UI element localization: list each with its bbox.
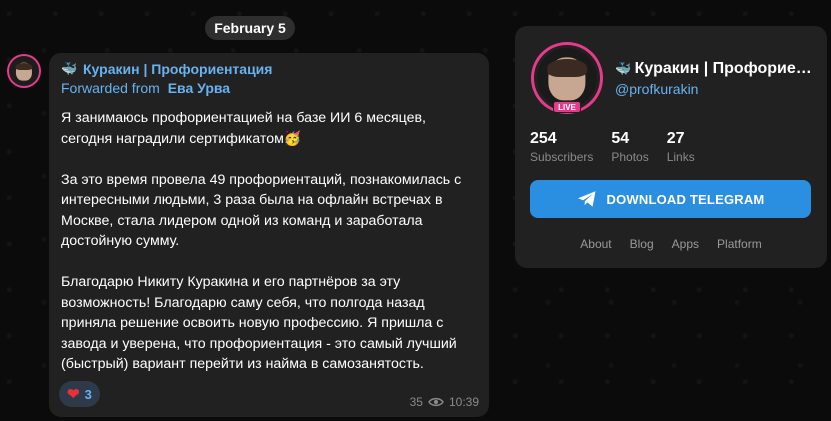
channel-info-card: LIVE 🐳 Куракин | Профориентация @profkur… xyxy=(515,26,827,268)
stat-value: 27 xyxy=(666,130,685,147)
channel-name: Куракин | Профориентация xyxy=(83,61,273,77)
whale-icon: 🐳 xyxy=(61,61,78,76)
stat-subscribers: 254 Subscribers xyxy=(530,129,593,165)
card-title: 🐳 Куракин | Профориентация xyxy=(615,58,815,80)
date-separator: February 5 xyxy=(205,16,295,40)
reaction-count: 3 xyxy=(84,386,92,402)
message-meta: 35 10:39 xyxy=(410,395,479,409)
link-about[interactable]: About xyxy=(580,237,611,251)
live-badge: LIVE xyxy=(553,101,581,113)
forwarded-prefix: Forwarded from xyxy=(61,80,160,96)
stat-label: Links xyxy=(666,150,695,164)
channel-stats: 254 Subscribers 54 Photos 27 Links xyxy=(530,129,713,165)
message-bubble: 🐳 Куракин | Профориентация Forwarded fro… xyxy=(49,53,489,417)
stat-label: Subscribers xyxy=(530,150,594,164)
forwarded-author[interactable]: Ева Урва xyxy=(168,80,230,96)
message-channel-name-link[interactable]: 🐳 Куракин | Профориентация xyxy=(61,60,477,78)
download-telegram-button[interactable]: DOWNLOAD TELEGRAM xyxy=(530,180,811,218)
stat-value: 254 xyxy=(530,130,557,147)
forwarded-from[interactable]: Forwarded from Ева Урва xyxy=(61,78,477,98)
link-blog[interactable]: Blog xyxy=(630,237,654,251)
message-text: Я занимаюсь профориентацией на базе ИИ 6… xyxy=(61,110,462,372)
telegram-plane-icon xyxy=(577,191,596,207)
views-count: 35 xyxy=(409,395,423,409)
whale-icon: 🐳 xyxy=(615,61,632,76)
stat-photos: 54 Photos xyxy=(611,129,648,165)
link-platform[interactable]: Platform xyxy=(717,237,762,251)
card-username[interactable]: @profkurakin xyxy=(615,81,698,97)
channel-avatar[interactable] xyxy=(7,54,41,88)
footer-links: About Blog Apps Platform xyxy=(515,237,827,251)
message-time: 10:39 xyxy=(448,395,479,409)
eye-icon xyxy=(428,397,444,407)
stat-links: 27 Links xyxy=(667,129,695,165)
card-title-text: Куракин | Профориентация xyxy=(634,60,815,77)
link-apps[interactable]: Apps xyxy=(672,237,699,251)
stat-label: Photos xyxy=(611,150,649,164)
download-label: DOWNLOAD TELEGRAM xyxy=(606,191,765,207)
stat-value: 54 xyxy=(611,130,630,147)
heart-icon: ❤ xyxy=(67,386,80,403)
reaction-button[interactable]: ❤ 3 xyxy=(59,381,100,407)
